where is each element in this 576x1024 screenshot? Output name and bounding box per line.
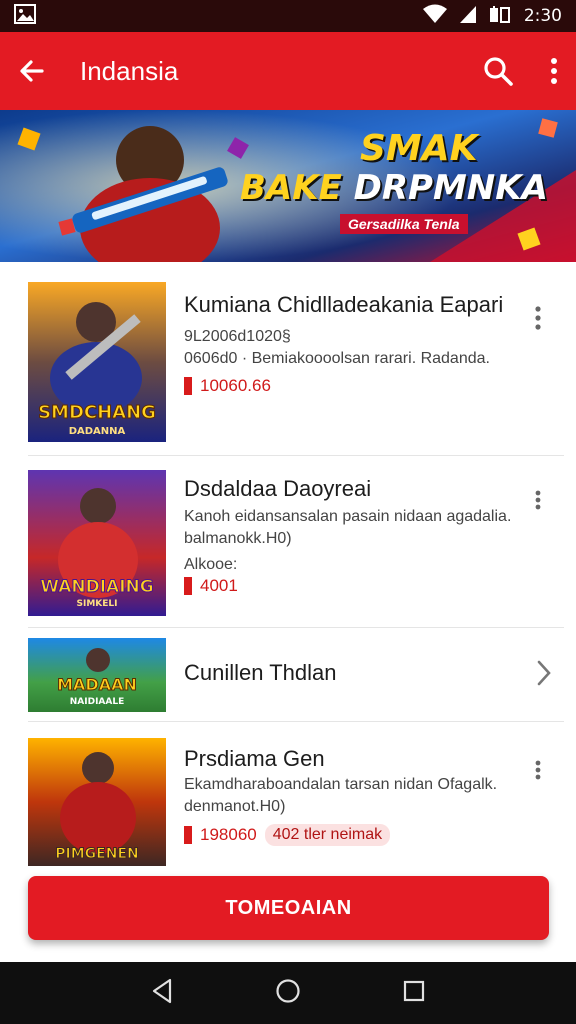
price-marker-icon	[184, 377, 192, 395]
back-arrow-icon[interactable]	[18, 57, 46, 85]
image-icon	[14, 3, 36, 29]
battery-icon	[488, 4, 514, 29]
app-title: Indansia	[80, 55, 179, 86]
list-item[interactable]: SMDCHANG DADANNA Kumiana Chidlladeakania…	[28, 262, 564, 456]
banner-title-line2: BAKE DRPMNKA	[240, 168, 548, 208]
thumb-text: WANDIAING	[40, 577, 153, 597]
item-thumbnail: WANDIAING SIMKELI	[28, 470, 166, 616]
banner-title-part-a: BAKE	[240, 168, 354, 208]
chevron-right-icon[interactable]	[536, 660, 552, 691]
banner-title-part-b: DRPMNKA	[353, 168, 548, 208]
primary-action-button[interactable]: TOMEOAIAN	[28, 876, 549, 940]
item-meta-1: Ekamdharaboandalan tarsan nidan Ofagalk.…	[184, 776, 498, 815]
thumb-text: PIMGENEN	[55, 846, 138, 862]
list-item[interactable]: PIMGENEN Prsdiama Gen Ekamdharaboandalan…	[28, 722, 564, 870]
thumb-subtext: SIMKELI	[77, 599, 118, 609]
app-bar: Indansia	[0, 32, 576, 110]
system-nav-bar	[0, 962, 576, 1024]
banner-title-line1: SMAK	[360, 128, 478, 169]
back-nav-icon[interactable]	[150, 978, 174, 1009]
status-time: 2:30	[523, 6, 562, 26]
item-price-value: 4001	[200, 576, 238, 595]
thumb-subtext: DADANNA	[69, 426, 126, 437]
item-meta-2: 0606d0 · Bemiakoooolsan rarari. Radanda.	[184, 350, 490, 367]
item-price: 198060 402 tler neimak	[184, 824, 528, 846]
home-nav-icon[interactable]	[275, 978, 301, 1009]
price-marker-icon	[184, 826, 192, 844]
thumb-text: MADAAN	[57, 675, 137, 694]
item-more-icon[interactable]	[526, 490, 550, 510]
wifi-icon	[422, 4, 448, 29]
item-price-value: 10060.66	[200, 376, 271, 395]
more-vert-icon[interactable]	[550, 57, 558, 85]
item-more-icon[interactable]	[526, 306, 550, 330]
recents-nav-icon[interactable]	[402, 979, 426, 1008]
item-title: Dsdaldaa Daoyreai	[184, 476, 372, 501]
list-item[interactable]: WANDIAING SIMKELI Dsdaldaa Daoyreai Kano…	[28, 456, 564, 628]
item-thumbnail: MADAAN NAIDIAALE	[28, 638, 166, 712]
item-meta-2: Alkooe:	[184, 556, 238, 573]
list-item[interactable]: MADAAN NAIDIAALE Cunillen Thdlan	[28, 628, 564, 722]
thumb-subtext: NAIDIAALE	[70, 697, 124, 707]
item-price: 10060.66	[184, 376, 528, 396]
item-tag: 402 tler neimak	[264, 824, 391, 846]
item-title: Kumiana Chidlladeakania Eapari	[184, 292, 504, 317]
game-list: SMDCHANG DADANNA Kumiana Chidlladeakania…	[0, 262, 576, 870]
price-marker-icon	[184, 577, 192, 595]
thumb-text: SMDCHANG	[38, 402, 156, 423]
item-title: Cunillen Thdlan	[184, 660, 337, 685]
item-thumbnail: SMDCHANG DADANNA	[28, 282, 166, 442]
status-bar: 2:30	[0, 0, 576, 32]
item-price-value: 198060	[200, 825, 257, 844]
search-icon[interactable]	[482, 55, 514, 87]
promo-banner[interactable]: SMAK BAKE DRPMNKA Gersadilka Tenla	[0, 110, 576, 262]
item-thumbnail: PIMGENEN	[28, 738, 166, 866]
item-meta-1: Kanoh eidansansalan pasain nidaan agadal…	[184, 508, 512, 547]
item-price: 4001	[184, 576, 528, 596]
signal-icon	[458, 4, 478, 29]
banner-subtitle: Gersadilka Tenla	[340, 214, 468, 234]
item-meta-1: 9L2006d1020§	[184, 328, 291, 345]
item-more-icon[interactable]	[526, 760, 550, 780]
item-title: Prsdiama Gen	[184, 746, 325, 771]
